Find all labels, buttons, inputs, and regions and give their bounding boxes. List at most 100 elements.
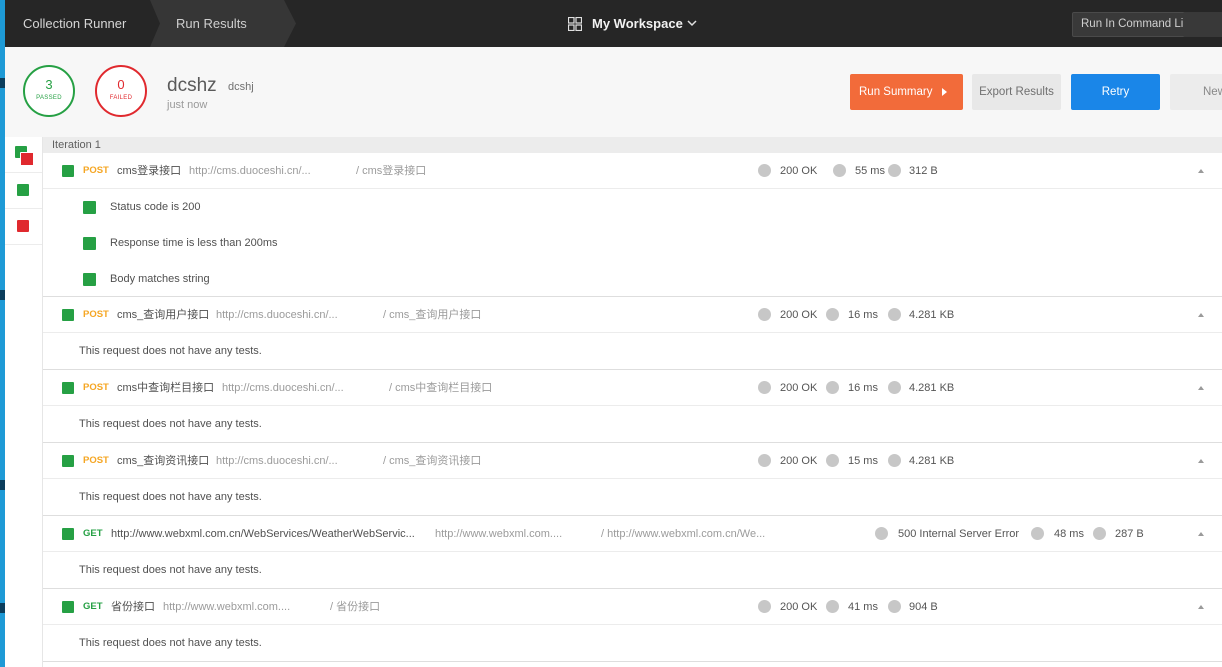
breadcrumb-run-results[interactable]: Run Results <box>150 0 296 47</box>
collapse-caret-icon[interactable] <box>1198 313 1204 317</box>
request-url: http://cms.duoceshi.cn/... <box>189 165 311 177</box>
iteration-sidebar <box>5 137 43 667</box>
size-dot-icon <box>1093 527 1106 540</box>
export-results-button[interactable]: Export Results <box>972 74 1061 110</box>
request-method: POST <box>83 455 109 466</box>
size-dot-icon <box>888 600 901 613</box>
request-method: POST <box>83 309 109 320</box>
status-dot-icon <box>758 381 771 394</box>
request-path: / 省份接口 <box>330 601 381 613</box>
response-time: 55 ms <box>855 165 885 177</box>
size-dot-icon <box>888 164 901 177</box>
passed-count: 3 <box>45 77 53 92</box>
request-path: / cms登录接口 <box>356 165 427 177</box>
run-summary-label: Run Summary <box>859 86 933 98</box>
request-row[interactable]: GET http://www.webxml.com.cn/WebServices… <box>43 516 1222 552</box>
request-name: cms中查询栏目接口 <box>117 382 215 394</box>
request-method: GET <box>83 528 103 539</box>
response-time: 16 ms <box>848 382 878 394</box>
request-method: POST <box>83 382 109 393</box>
request-row[interactable]: POST cms中查询栏目接口 http://cms.duoceshi.cn/.… <box>43 370 1222 406</box>
response-time: 16 ms <box>848 309 878 321</box>
pass-indicator-icon <box>83 201 96 214</box>
response-size: 4.281 KB <box>909 382 955 394</box>
new-button[interactable]: New <box>1170 74 1222 110</box>
response-status: 200 OK <box>780 309 818 321</box>
collapse-caret-icon[interactable] <box>1198 532 1204 536</box>
collapse-caret-icon[interactable] <box>1198 169 1204 173</box>
request-name: http://www.webxml.com.cn/WebServices/Wea… <box>111 528 415 540</box>
response-status: 500 Internal Server Error <box>898 528 1020 540</box>
time-dot-icon <box>826 308 839 321</box>
request-row[interactable]: GET 省份接口 http://www.webxml.com.... / 省份接… <box>43 589 1222 625</box>
run-summary-button[interactable]: Run Summary <box>850 74 963 110</box>
pass-indicator-icon <box>62 165 74 177</box>
pass-indicator-icon <box>83 237 96 250</box>
fail-indicator-icon <box>17 220 29 232</box>
pass-indicator-icon <box>62 382 74 394</box>
request-row[interactable]: POST cms登录接口 http://cms.duoceshi.cn/... … <box>43 153 1222 189</box>
no-tests-row: This request does not have any tests. <box>43 406 1222 443</box>
response-status: 200 OK <box>780 165 818 177</box>
no-tests-row: This request does not have any tests. <box>43 479 1222 516</box>
failed-label: FAILED <box>109 95 133 101</box>
request-path: / cms_查询用户接口 <box>383 309 482 321</box>
failed-counter: 0 FAILED <box>95 65 147 117</box>
request-name: 省份接口 <box>111 601 155 613</box>
response-status: 200 OK <box>780 455 818 467</box>
request-path: / cms中查询栏目接口 <box>389 382 493 394</box>
caret-right-icon <box>942 88 947 96</box>
collapse-caret-icon[interactable] <box>1198 386 1204 390</box>
request-url: http://cms.duoceshi.cn/... <box>216 309 338 321</box>
run-environment: dcshj <box>228 81 254 93</box>
request-row[interactable]: POST cms_查询资讯接口 http://cms.duoceshi.cn/.… <box>43 443 1222 479</box>
chevron-down-icon <box>687 20 697 27</box>
pass-indicator-icon <box>62 528 74 540</box>
breadcrumb-collection-runner[interactable]: Collection Runner <box>23 0 126 47</box>
pass-indicator-icon <box>83 273 96 286</box>
response-size: 4.281 KB <box>909 309 955 321</box>
response-status: 200 OK <box>780 382 818 394</box>
passed-label: PASSED <box>36 95 62 101</box>
test-name: Response time is less than 200ms <box>110 237 278 249</box>
request-path: / http://www.webxml.com.cn/We... <box>601 528 766 540</box>
pass-indicator-icon <box>17 184 29 196</box>
iteration-failed-cell[interactable] <box>5 208 42 245</box>
test-name: Body matches string <box>110 273 210 285</box>
run-name: dcshz <box>167 75 217 96</box>
collapse-caret-icon[interactable] <box>1198 605 1204 609</box>
no-tests-message: This request does not have any tests. <box>79 491 262 503</box>
request-method: GET <box>83 601 103 612</box>
pass-indicator-icon <box>62 309 74 321</box>
breadcrumb-run-results-label: Run Results <box>176 16 247 31</box>
iteration-summary-cell[interactable] <box>5 137 42 173</box>
response-time: 15 ms <box>848 455 878 467</box>
retry-button[interactable]: Retry <box>1071 74 1160 110</box>
pass-indicator-icon <box>62 455 74 467</box>
run-summary-header: 3 PASSED 0 FAILED dcshz dcshj just now R… <box>5 47 1222 137</box>
status-dot-icon <box>875 527 888 540</box>
size-dot-icon <box>888 454 901 467</box>
request-name: cms_查询资讯接口 <box>117 455 210 467</box>
no-tests-message: This request does not have any tests. <box>79 418 262 430</box>
response-size: 904 B <box>909 601 938 613</box>
no-tests-message: This request does not have any tests. <box>79 564 262 576</box>
response-time: 48 ms <box>1054 528 1084 540</box>
request-row[interactable]: POST cms_查询用户接口 http://cms.duoceshi.cn/.… <box>43 297 1222 333</box>
no-tests-message: This request does not have any tests. <box>79 345 262 357</box>
test-result-row: Response time is less than 200ms <box>43 225 1222 261</box>
request-url: http://cms.duoceshi.cn/... <box>216 455 338 467</box>
topbar-extra-button[interactable] <box>1183 12 1222 37</box>
status-dot-icon <box>758 454 771 467</box>
request-name: cms登录接口 <box>117 165 182 177</box>
collapse-caret-icon[interactable] <box>1198 459 1204 463</box>
response-size: 287 B <box>1115 528 1144 540</box>
response-size: 312 B <box>909 165 938 177</box>
no-tests-row: This request does not have any tests. <box>43 333 1222 370</box>
size-dot-icon <box>888 308 901 321</box>
iteration-label: Iteration 1 <box>43 137 1222 153</box>
iteration-passed-cell[interactable] <box>5 172 42 209</box>
run-timestamp: just now <box>167 99 208 111</box>
fail-indicator-icon <box>20 152 34 166</box>
top-bar: Collection Runner Run Results My Workspa… <box>5 0 1222 47</box>
